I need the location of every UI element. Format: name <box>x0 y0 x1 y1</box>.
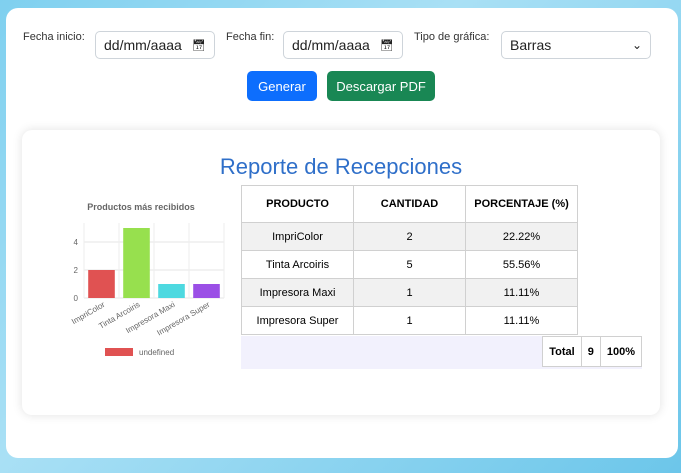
total-row: Total 9 100% <box>241 336 643 369</box>
legend-swatch <box>105 348 133 356</box>
chart-type-value: Barras <box>510 37 552 53</box>
chart-type-select[interactable]: Barras ⌄ <box>501 31 651 59</box>
total-percent: 100% <box>599 336 643 367</box>
table-row: Impresora Maxi 1 11.11% <box>241 278 578 307</box>
cell-percent: 11.11% <box>465 278 578 307</box>
cell-percent: 22.22% <box>465 222 578 251</box>
total-count: 9 <box>580 336 601 367</box>
download-pdf-button[interactable]: Descargar PDF <box>327 71 435 101</box>
report-table: PRODUCTO CANTIDAD PORCENTAJE (%) ImpriCo… <box>241 185 578 335</box>
start-date-value: dd/mm/aaaa <box>104 37 182 53</box>
header-porcentaje: PORCENTAJE (%) <box>465 185 578 223</box>
bar <box>123 228 150 298</box>
total-label: Total <box>542 336 582 367</box>
total-table: Total 9 100% <box>542 336 643 367</box>
bar <box>88 270 115 298</box>
cell-quantity: 1 <box>353 306 466 335</box>
start-date-label: Fecha inicio: <box>23 31 85 43</box>
y-tick-label: 4 <box>74 238 79 247</box>
chart-type-label: Tipo de gráfica: <box>414 31 490 43</box>
header-producto: PRODUCTO <box>241 185 354 223</box>
main-card: Fecha inicio: dd/mm/aaaa 📅︎ Fecha fin: d… <box>6 8 678 458</box>
cell-percent: 55.56% <box>465 250 578 279</box>
table-header-row: PRODUCTO CANTIDAD PORCENTAJE (%) <box>241 185 578 223</box>
cell-product: Tinta Arcoiris <box>241 250 354 279</box>
bar-chart: Productos más recibidos 024 ImpriColorTi… <box>70 202 225 357</box>
table-row: Tinta Arcoiris 5 55.56% <box>241 250 578 279</box>
end-date-value: dd/mm/aaaa <box>292 37 370 53</box>
cell-product: Impresora Super <box>241 306 354 335</box>
y-tick-label: 2 <box>74 266 79 275</box>
chart-title: Productos más recibidos <box>87 202 195 212</box>
header-cantidad: CANTIDAD <box>353 185 466 223</box>
cell-quantity: 5 <box>353 250 466 279</box>
report-panel: Reporte de Recepciones Productos más rec… <box>22 130 660 415</box>
calendar-icon[interactable]: 📅︎ <box>192 39 206 52</box>
cell-product: Impresora Maxi <box>241 278 354 307</box>
report-title: Reporte de Recepciones <box>219 154 463 179</box>
start-date-input[interactable]: dd/mm/aaaa 📅︎ <box>95 31 215 59</box>
cell-product: ImpriColor <box>241 222 354 251</box>
bar <box>158 284 185 298</box>
legend-label: undefined <box>139 348 174 357</box>
end-date-label: Fecha fin: <box>226 31 275 43</box>
cell-quantity: 1 <box>353 278 466 307</box>
bar <box>193 284 220 298</box>
generate-button[interactable]: Generar <box>247 71 317 101</box>
table-row: Impresora Super 1 11.11% <box>241 306 578 335</box>
cell-percent: 11.11% <box>465 306 578 335</box>
calendar-icon[interactable]: 📅︎ <box>380 39 394 52</box>
cell-quantity: 2 <box>353 222 466 251</box>
chevron-down-icon: ⌄ <box>631 38 642 52</box>
end-date-input[interactable]: dd/mm/aaaa 📅︎ <box>283 31 403 59</box>
table-row: ImpriColor 2 22.22% <box>241 222 578 251</box>
y-tick-label: 0 <box>74 294 79 303</box>
